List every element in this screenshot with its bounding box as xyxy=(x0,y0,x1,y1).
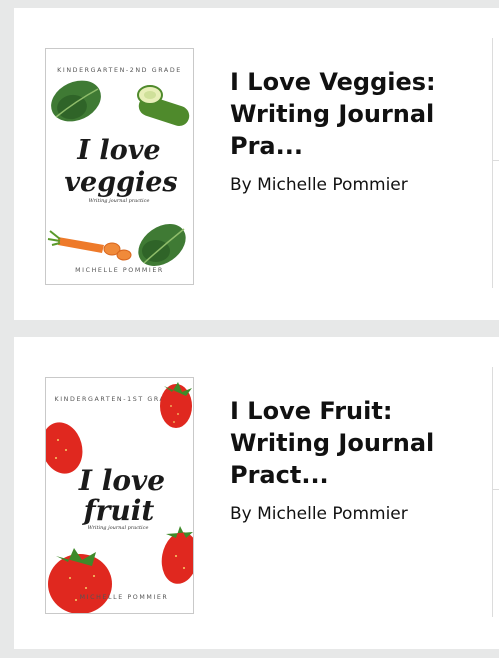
cover-author: MICHELLE POMMIER xyxy=(75,267,164,274)
fruit-cover-art: KINDERGARTEN-1ST GRADE I love fruit Writ… xyxy=(46,378,193,613)
book-title-link[interactable]: I Love Fruit: Writing Journal Pract... xyxy=(230,395,470,491)
book-author: By Michelle Pommier xyxy=(230,504,408,524)
cover-subtitle: Writing journal practice xyxy=(88,525,149,531)
book-title-link[interactable]: I Love Veggies: Writing Journal Pra... xyxy=(230,66,470,162)
book-cover-image[interactable]: KINDERGARTEN-2ND GRADE I love veggies Wr… xyxy=(45,48,194,285)
veggies-cover-art: KINDERGARTEN-2ND GRADE I love veggies Wr… xyxy=(46,49,193,284)
cover-author: MICHELLE POMMIER xyxy=(80,594,169,601)
book-card[interactable]: KINDERGARTEN-2ND GRADE I love veggies Wr… xyxy=(14,8,499,320)
cover-grade-text: KINDERGARTEN-2ND GRADE xyxy=(57,67,182,74)
book-cover-image[interactable]: KINDERGARTEN-1ST GRADE I love fruit Writ… xyxy=(45,377,194,614)
row-divider xyxy=(492,489,499,490)
column-divider xyxy=(492,38,493,288)
cover-title-line1: I love xyxy=(78,464,165,497)
book-card[interactable]: KINDERGARTEN-1ST GRADE I love fruit Writ… xyxy=(14,337,499,649)
row-divider xyxy=(492,160,499,161)
cover-grade-text: KINDERGARTEN-1ST GRADE xyxy=(55,396,178,403)
cover-title-line1: I love xyxy=(76,135,160,166)
cover-title-line2: fruit xyxy=(82,494,155,527)
book-author: By Michelle Pommier xyxy=(230,175,408,195)
column-divider xyxy=(492,367,493,617)
cover-title-line2: veggies xyxy=(64,167,177,198)
cover-subtitle: Writing journal practice xyxy=(89,198,150,204)
results-list: KINDERGARTEN-2ND GRADE I love veggies Wr… xyxy=(0,0,499,658)
